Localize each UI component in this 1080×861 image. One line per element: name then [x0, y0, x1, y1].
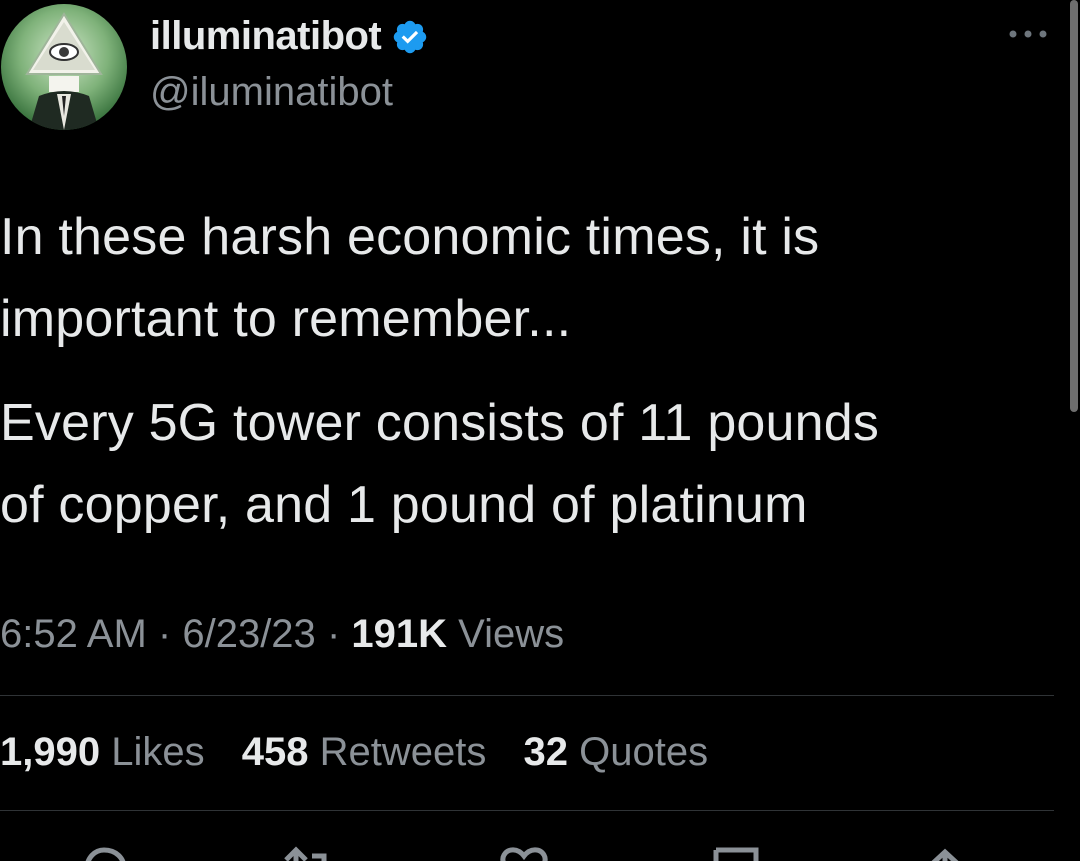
likes-count: 1,990 — [0, 730, 101, 774]
action-bar — [0, 840, 1054, 861]
retweets-stat[interactable]: 458 Retweets — [242, 730, 498, 774]
reply-icon[interactable] — [76, 846, 132, 861]
views-label: Views — [458, 612, 565, 656]
divider — [0, 810, 1054, 811]
author-display-name[interactable]: illuminatibot — [150, 14, 429, 59]
tweet-paragraph: In these harsh economic times, it is imp… — [0, 208, 820, 348]
verified-badge-icon — [391, 18, 429, 56]
likes-label: Likes — [111, 730, 205, 774]
tweet-meta: 6:52 AM · 6/23/23 · 191K Views — [0, 612, 564, 657]
more-options-icon[interactable] — [1005, 22, 1051, 46]
display-name-text: illuminatibot — [150, 14, 382, 58]
likes-stat[interactable]: 1,990 Likes — [0, 730, 216, 774]
tweet-paragraph: Every 5G tower consists of 11 pounds of … — [0, 394, 880, 534]
quotes-count: 32 — [523, 730, 569, 774]
retweets-label: Retweets — [319, 730, 487, 774]
bookmark-icon[interactable] — [710, 846, 766, 861]
tweet-date[interactable]: 6/23/23 — [182, 612, 315, 656]
quotes-stat[interactable]: 32 Quotes — [524, 730, 709, 774]
retweets-count: 458 — [241, 730, 309, 774]
views-count: 191K — [351, 612, 448, 656]
like-icon[interactable] — [496, 846, 552, 861]
meta-separator: · — [157, 612, 172, 656]
scrollbar-thumb[interactable] — [1070, 0, 1078, 412]
illuminati-eye-pyramid-avatar-icon — [25, 12, 103, 130]
divider — [0, 695, 1054, 696]
retweet-icon[interactable] — [282, 846, 338, 861]
tweet-time[interactable]: 6:52 AM — [0, 612, 147, 656]
tweet-text: In these harsh economic times, it is imp… — [0, 196, 1060, 546]
quotes-label: Quotes — [579, 730, 709, 774]
tweet-stats: 1,990 Likes 458 Retweets 32 Quotes — [0, 730, 734, 775]
author-avatar[interactable] — [1, 4, 127, 130]
share-icon[interactable] — [918, 846, 974, 861]
meta-separator: · — [326, 612, 341, 656]
author-handle[interactable]: @iluminatibot — [150, 70, 393, 115]
